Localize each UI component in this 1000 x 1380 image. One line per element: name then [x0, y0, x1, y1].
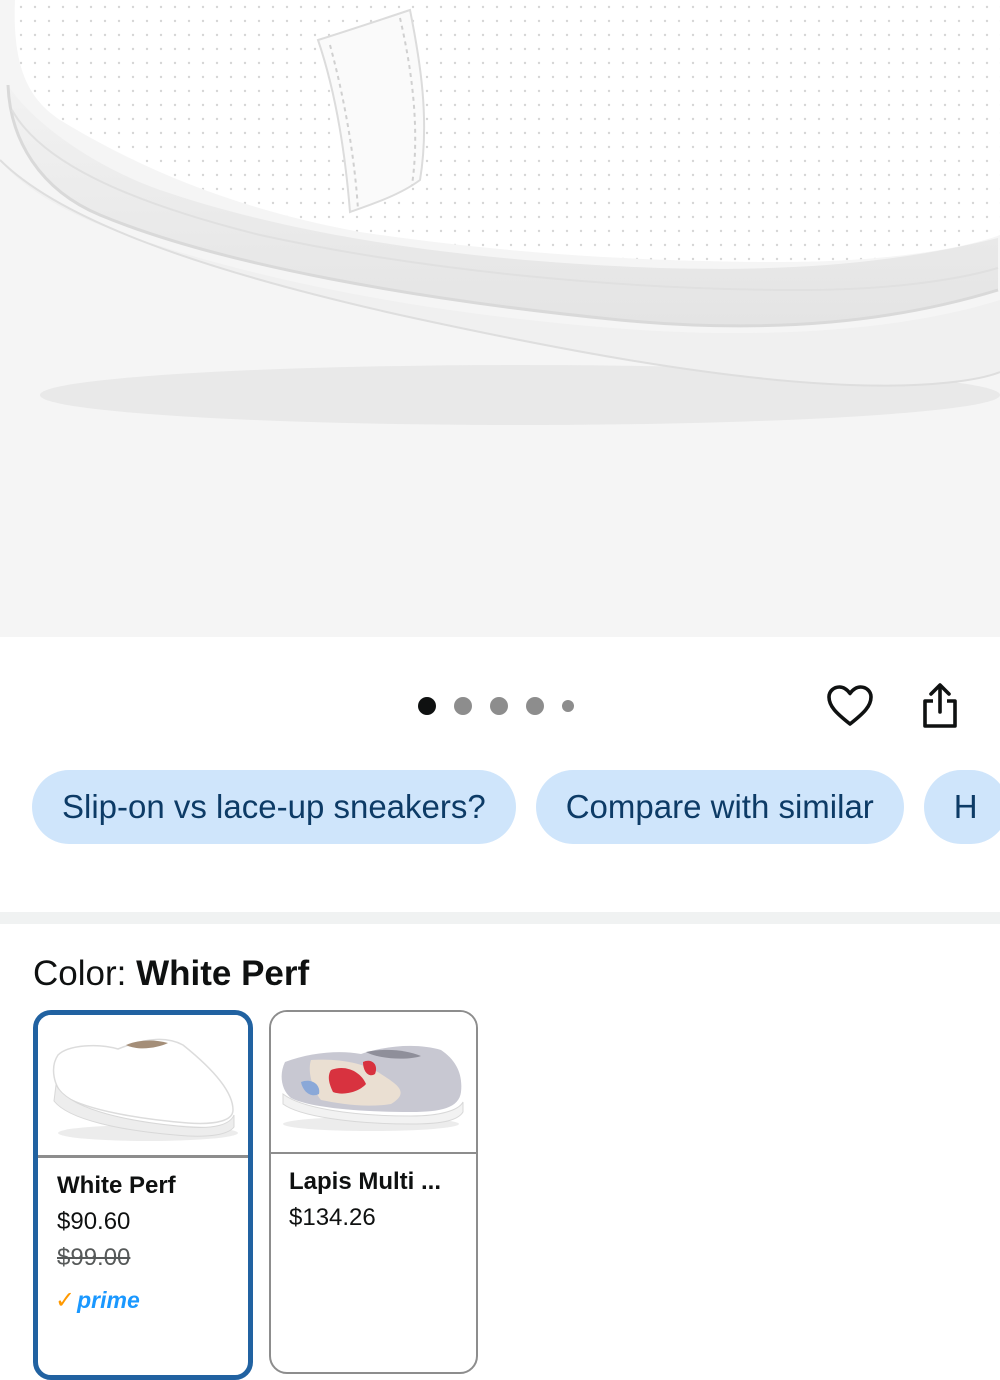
carousel-dot[interactable]	[418, 697, 436, 715]
share-button[interactable]	[914, 680, 966, 732]
color-option-white-perf[interactable]: White Perf $90.60 $99.00 ✓ prime	[33, 1010, 253, 1380]
color-heading: Color: White Perf	[33, 954, 309, 994]
swatch-thumbnail	[271, 1012, 476, 1154]
prime-label: prime	[77, 1287, 140, 1313]
swatch-price: $134.26	[289, 1204, 376, 1231]
white-shoe-thumbnail	[52, 1038, 238, 1141]
chip-slip-on-vs-lace-up[interactable]: Slip-on vs lace-up sneakers?	[32, 770, 516, 844]
swatch-name: White Perf	[57, 1172, 176, 1199]
prime-check-icon: ✓	[55, 1287, 76, 1314]
carousel-dot[interactable]	[454, 697, 472, 715]
carousel-dot[interactable]	[490, 697, 508, 715]
suggestion-chips: Slip-on vs lace-up sneakers? Compare with…	[32, 770, 1000, 844]
share-icon	[923, 683, 957, 728]
swatch-thumbnail	[38, 1015, 248, 1158]
product-image[interactable]	[0, 0, 1000, 637]
favorite-button[interactable]	[824, 680, 876, 732]
heart-outline-icon	[827, 685, 873, 726]
swatch-name: Lapis Multi ...	[289, 1168, 442, 1195]
lapis-shoe-thumbnail	[281, 1045, 464, 1131]
swatch-list-price: $99.00	[57, 1244, 131, 1271]
section-divider	[0, 912, 1000, 924]
prime-badge: ✓ prime	[55, 1286, 248, 1315]
color-label: Color:	[33, 954, 137, 993]
shoe-illustration	[0, 0, 1000, 425]
chip-compare-with-similar[interactable]: Compare with similar	[535, 770, 904, 844]
swatch-price: $90.60	[57, 1208, 131, 1235]
chip-partial[interactable]: H	[923, 770, 1000, 844]
carousel-dot[interactable]	[562, 700, 574, 712]
color-selected-value: White Perf	[136, 954, 310, 993]
carousel-dots[interactable]	[418, 696, 592, 716]
color-option-lapis-multi[interactable]: Lapis Multi ... $134.26	[269, 1010, 478, 1374]
carousel-dot[interactable]	[526, 697, 544, 715]
